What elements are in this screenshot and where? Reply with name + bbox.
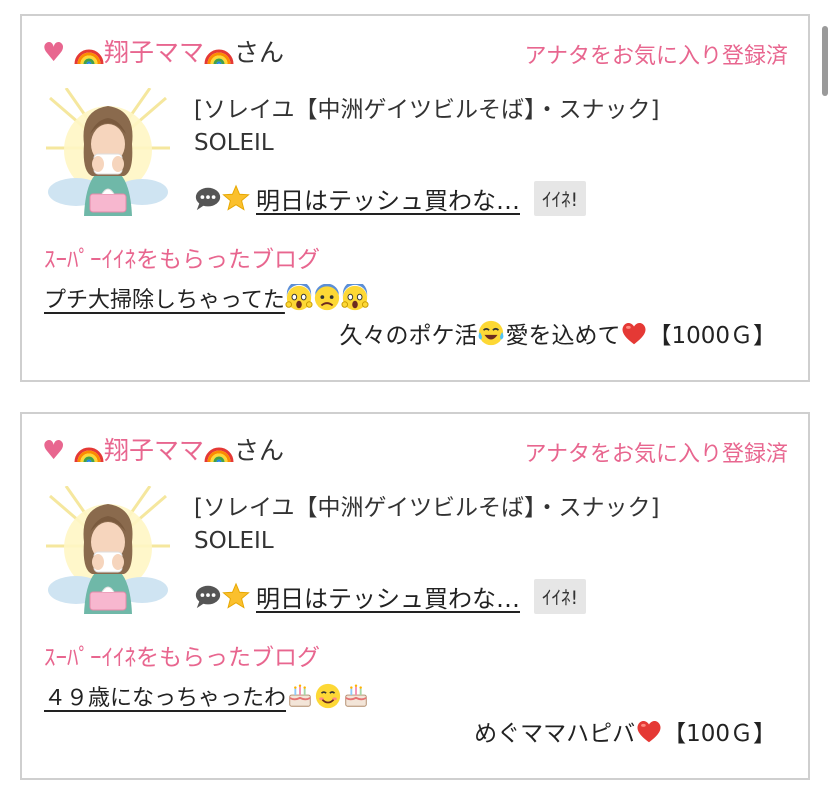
rainbow-icon — [204, 38, 234, 68]
blog-title-link[interactable]: プチ大掃除しちゃってた — [44, 282, 369, 314]
red-heart-icon — [635, 717, 663, 745]
post-card: ♥ 翔子ママ さん アナタをお気に入り登録済 [ソレイユ【中洲ゲイツビルそば】・… — [20, 14, 810, 382]
gift-amount: 【1000Ｇ】 — [648, 323, 776, 349]
gift-amount: 【100Ｇ】 — [663, 721, 776, 747]
status-row: 明日はテッシュ買わな… ｲｲﾈ! — [194, 180, 587, 216]
fearful-face-icon — [313, 284, 341, 312]
user-name-link[interactable]: 翔子ママ さん — [74, 436, 284, 466]
user-name-link[interactable]: 翔子ママ さん — [74, 38, 284, 68]
gift-message: 久々のポケ活 愛を込めて 【1000Ｇ】 — [339, 316, 776, 350]
favorite-status: アナタをお気に入り登録済 — [524, 442, 788, 467]
gift-text-after: 愛を込めて — [505, 323, 621, 349]
gift-message: めぐママハピバ 【100Ｇ】 — [474, 714, 776, 748]
rainbow-icon — [74, 38, 104, 68]
rainbow-icon — [74, 436, 104, 466]
super-iine-blog-heading: ｽｰﾊﾟｰｲｲﾈをもらったブログ — [44, 645, 320, 671]
status-link[interactable]: 明日はテッシュ買わな… — [256, 579, 520, 614]
super-iine-blog-heading: ｽｰﾊﾟｰｲｲﾈをもらったブログ — [44, 247, 320, 273]
blog-title[interactable]: ４９歳になっちゃったわ — [44, 680, 286, 712]
gift-text: 久々のポケ活 — [339, 323, 478, 349]
status-link[interactable]: 明日はテッシュ買わな… — [256, 181, 520, 216]
shop-subtitle: SOLEIL — [194, 130, 274, 156]
scream-face-icon — [285, 284, 313, 312]
star-icon — [222, 582, 250, 610]
iine-button[interactable]: ｲｲﾈ! — [534, 180, 587, 216]
heart-icon: ♥ — [42, 38, 66, 68]
scream-face-icon — [341, 284, 369, 312]
red-heart-icon — [620, 319, 648, 347]
star-icon — [222, 184, 250, 212]
gift-text: めぐママハピバ — [474, 721, 636, 747]
smiling-face-icon — [314, 682, 342, 710]
user-name[interactable]: 翔子ママ — [104, 38, 204, 68]
speech-bubble-icon — [194, 582, 222, 610]
avatar[interactable] — [46, 88, 170, 216]
favorite-status: アナタをお気に入り登録済 — [524, 44, 788, 69]
scrollbar[interactable] — [822, 26, 828, 96]
birthday-cake-icon — [286, 682, 314, 710]
rainbow-icon — [204, 436, 234, 466]
blog-title-link[interactable]: ４９歳になっちゃったわ — [44, 680, 370, 712]
user-honorific: さん — [234, 38, 285, 67]
tears-of-joy-face-icon — [477, 319, 505, 347]
iine-button[interactable]: ｲｲﾈ! — [534, 578, 587, 614]
shop-subtitle: SOLEIL — [194, 528, 274, 554]
heart-icon: ♥ — [42, 436, 66, 466]
shop-name[interactable]: [ソレイユ【中洲ゲイツビルそば】・スナック] — [194, 90, 660, 124]
birthday-cake-icon — [342, 682, 370, 710]
post-card: ♥ 翔子ママ さん アナタをお気に入り登録済 [ソレイユ【中洲ゲイツビルそば】・… — [20, 412, 810, 780]
status-row: 明日はテッシュ買わな… ｲｲﾈ! — [194, 578, 587, 614]
user-honorific: さん — [234, 436, 285, 465]
avatar[interactable] — [46, 486, 170, 614]
user-name[interactable]: 翔子ママ — [104, 436, 204, 466]
blog-title[interactable]: プチ大掃除しちゃってた — [44, 282, 285, 314]
shop-name[interactable]: [ソレイユ【中洲ゲイツビルそば】・スナック] — [194, 488, 660, 522]
speech-bubble-icon — [194, 184, 222, 212]
